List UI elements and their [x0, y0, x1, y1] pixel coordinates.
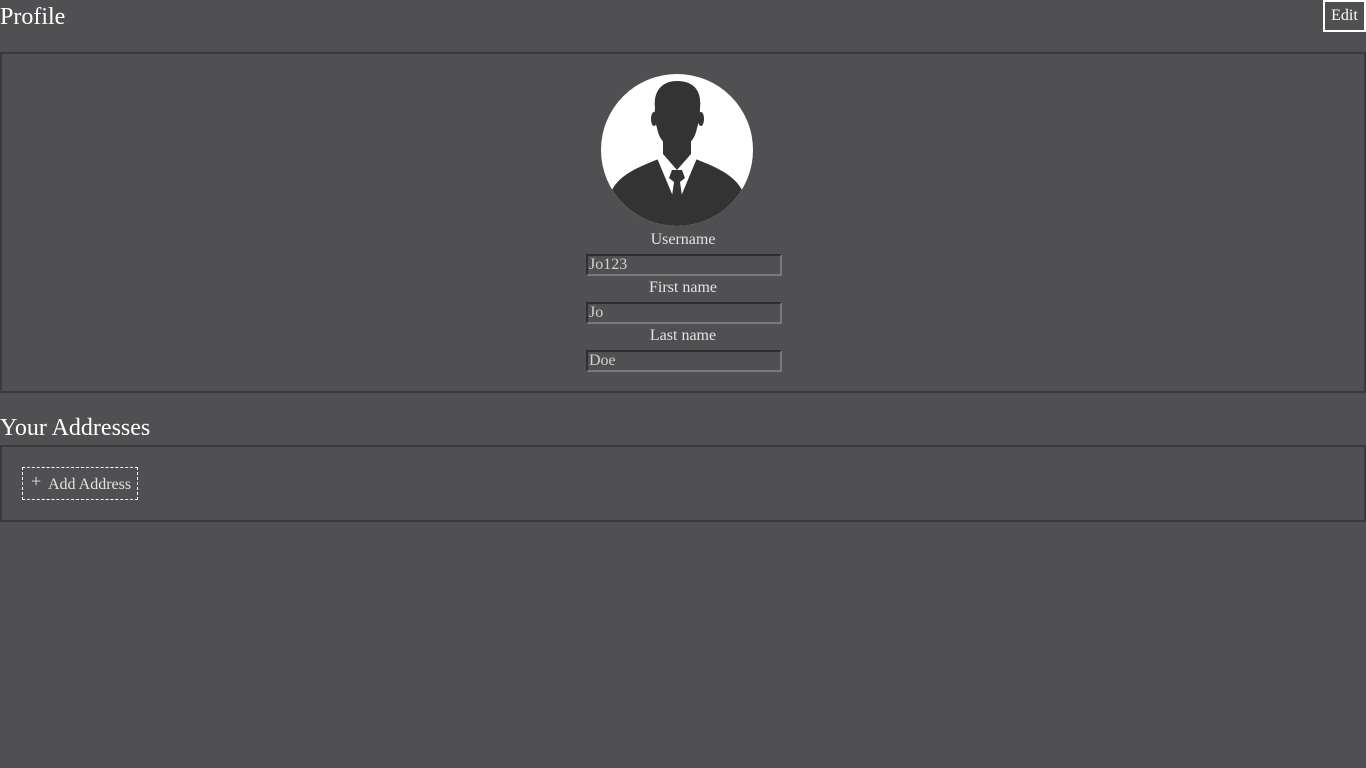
username-label: Username [650, 231, 716, 248]
page-title: Profile [0, 4, 66, 30]
plus-icon: + [31, 471, 42, 491]
page-header: Profile Edit [0, 0, 1366, 52]
last-name-input[interactable] [586, 350, 782, 372]
last-name-label: Last name [649, 327, 717, 344]
edit-button[interactable]: Edit [1323, 0, 1366, 32]
username-input[interactable] [586, 254, 782, 276]
addresses-panel: + Add Address [0, 445, 1366, 522]
avatar [601, 74, 753, 226]
addresses-title: Your Addresses [0, 415, 151, 441]
profile-panel: Username First name Last name [0, 52, 1366, 393]
first-name-input[interactable] [586, 302, 782, 324]
add-address-button[interactable]: + Add Address [22, 467, 138, 500]
add-address-label: Add Address [48, 476, 132, 493]
first-name-label: First name [649, 279, 717, 296]
user-silhouette-icon [601, 81, 753, 226]
